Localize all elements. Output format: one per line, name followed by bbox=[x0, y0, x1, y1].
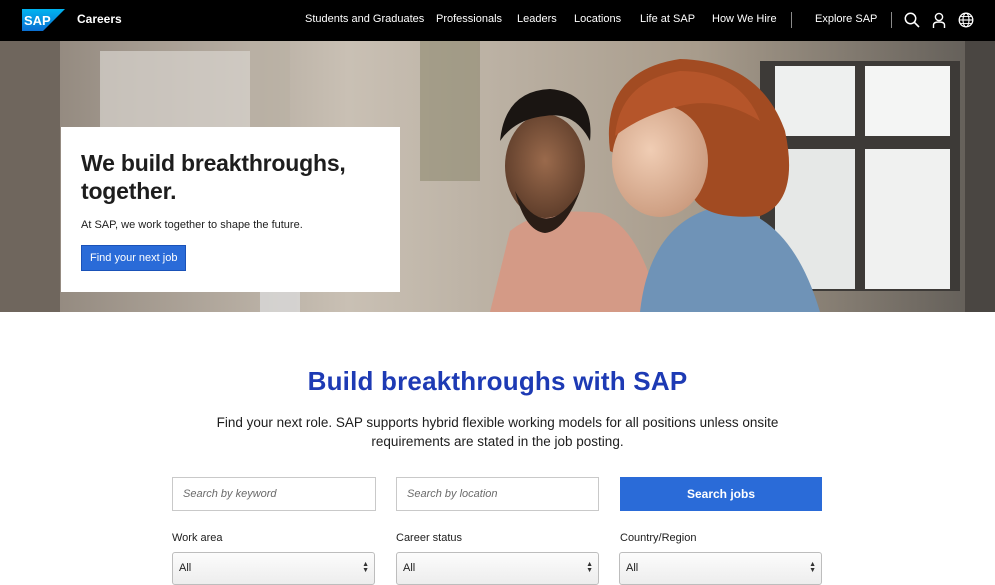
hero-card: We build breakthroughs, together. At SAP… bbox=[61, 127, 400, 292]
hero-title: We build breakthroughs, together. bbox=[81, 150, 346, 204]
select-arrows-icon: ▲ ▼ bbox=[586, 561, 593, 574]
nav-item-explore-sap[interactable]: Explore SAP bbox=[815, 13, 877, 25]
hero-section: We build breakthroughs, together. At SAP… bbox=[0, 41, 995, 312]
section-description: Find your next role. SAP supports hybrid… bbox=[216, 415, 779, 449]
career-status-select-value: All bbox=[403, 562, 416, 574]
nav-item-how-we-hire[interactable]: How We Hire bbox=[712, 13, 777, 25]
sap-logo[interactable]: SAP bbox=[22, 9, 65, 31]
nav-item-professionals[interactable]: Professionals bbox=[436, 13, 502, 25]
career-status-select[interactable]: All ▲ ▼ bbox=[396, 552, 599, 585]
globe-icon[interactable] bbox=[957, 11, 975, 29]
work-area-select-value: All bbox=[179, 562, 192, 574]
location-search-input[interactable] bbox=[396, 477, 599, 511]
career-status-label: Career status bbox=[396, 532, 463, 544]
sap-logo-text: SAP bbox=[24, 13, 51, 28]
careers-brand-link[interactable]: Careers bbox=[77, 12, 122, 26]
user-icon[interactable] bbox=[930, 11, 948, 29]
work-area-select[interactable]: All ▲ ▼ bbox=[172, 552, 375, 585]
country-region-select-value: All bbox=[626, 562, 639, 574]
country-region-select[interactable]: All ▲ ▼ bbox=[619, 552, 822, 585]
country-region-label: Country/Region bbox=[620, 532, 697, 544]
find-next-job-button[interactable]: Find your next job bbox=[81, 245, 187, 271]
section-title: Build breakthroughs with SAP bbox=[307, 366, 688, 396]
hero-subtitle: At SAP, we work together to shape the fu… bbox=[81, 219, 303, 231]
top-navigation-bar: SAP Careers Students and Graduates Profe… bbox=[0, 0, 995, 41]
nav-item-life-at-sap[interactable]: Life at SAP bbox=[640, 13, 695, 25]
search-jobs-button[interactable]: Search jobs bbox=[620, 477, 822, 511]
nav-item-students-graduates[interactable]: Students and Graduates bbox=[305, 13, 424, 25]
nav-item-leaders[interactable]: Leaders bbox=[517, 13, 557, 25]
keyword-search-input[interactable] bbox=[172, 477, 376, 511]
work-area-label: Work area bbox=[172, 532, 223, 544]
nav-divider bbox=[891, 12, 892, 28]
select-arrows-icon: ▲ ▼ bbox=[362, 561, 369, 574]
nav-divider bbox=[791, 12, 792, 28]
search-icon[interactable] bbox=[903, 11, 921, 29]
nav-item-locations[interactable]: Locations bbox=[574, 13, 621, 25]
select-arrows-icon: ▲ ▼ bbox=[809, 561, 816, 574]
